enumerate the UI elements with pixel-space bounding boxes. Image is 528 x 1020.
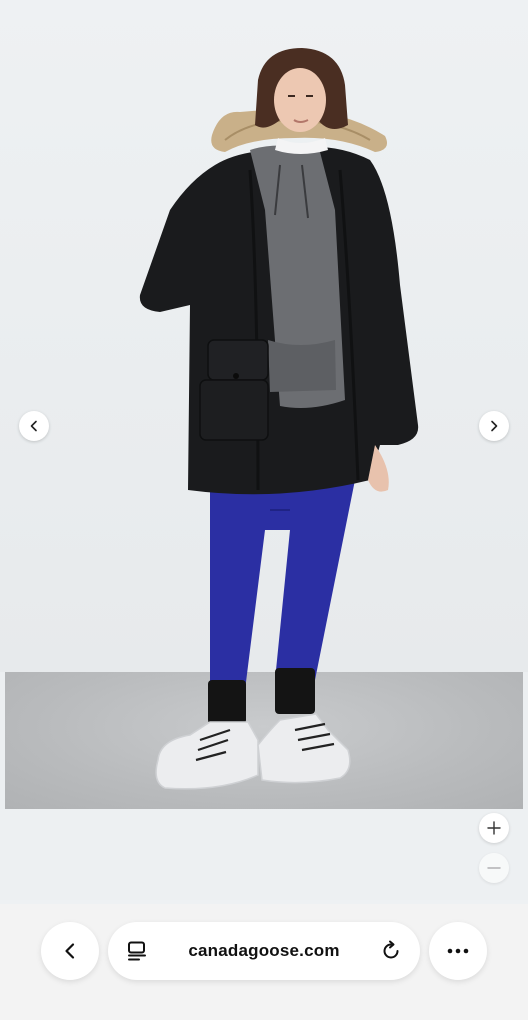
browser-toolbar: canadagoose.com (0, 904, 528, 1020)
page-menu-icon (128, 941, 146, 961)
address-bar[interactable]: canadagoose.com (108, 922, 420, 980)
gallery-next-button[interactable] (479, 411, 509, 441)
minus-icon (487, 867, 501, 869)
product-image (139, 48, 419, 790)
reload-button[interactable] (380, 940, 402, 962)
plus-icon (487, 821, 501, 835)
zoom-out-button[interactable] (479, 853, 509, 883)
reload-icon (383, 940, 399, 959)
viewer-backdrop (0, 809, 528, 900)
gallery-prev-button[interactable] (19, 411, 49, 441)
chevron-left-icon (65, 943, 75, 959)
more-icon (447, 948, 469, 954)
back-button[interactable] (41, 922, 99, 980)
product-image-viewer (0, 0, 528, 900)
chevron-right-icon (491, 420, 498, 432)
url-text[interactable]: canadagoose.com (188, 941, 339, 961)
chevron-left-icon (30, 420, 37, 432)
zoom-in-button[interactable] (479, 813, 509, 843)
page-menu-button[interactable] (126, 940, 148, 962)
more-button[interactable] (429, 922, 487, 980)
